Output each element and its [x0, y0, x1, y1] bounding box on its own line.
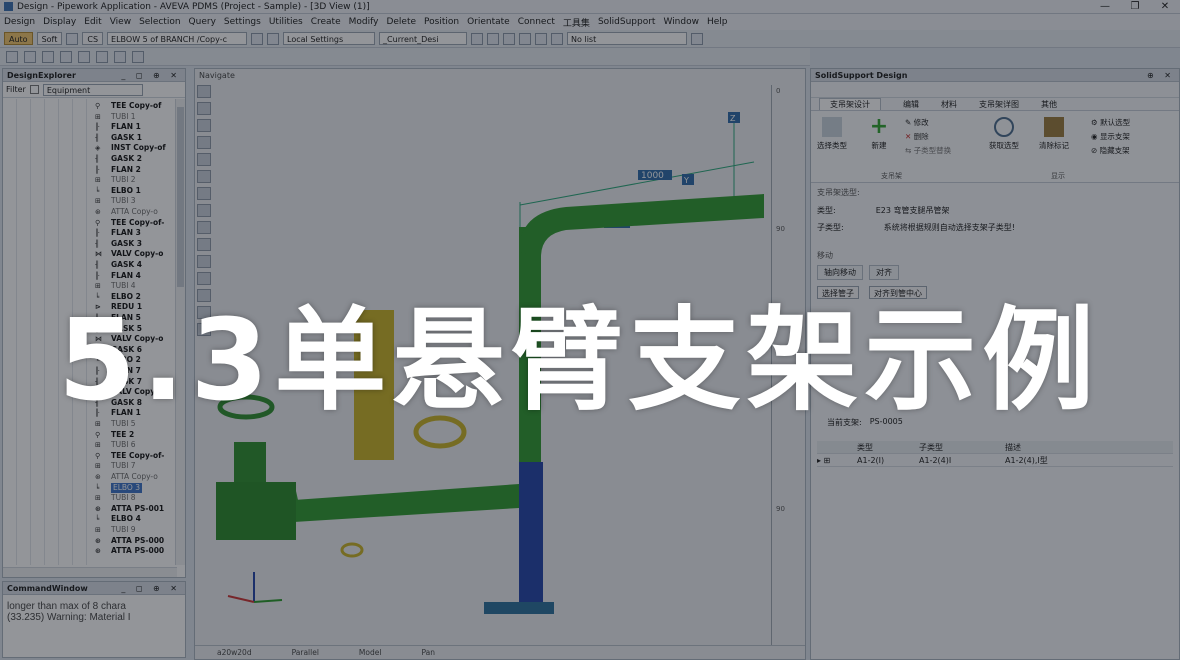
- section-title-overlay: 5.3单悬臂支架示例: [58, 296, 1101, 426]
